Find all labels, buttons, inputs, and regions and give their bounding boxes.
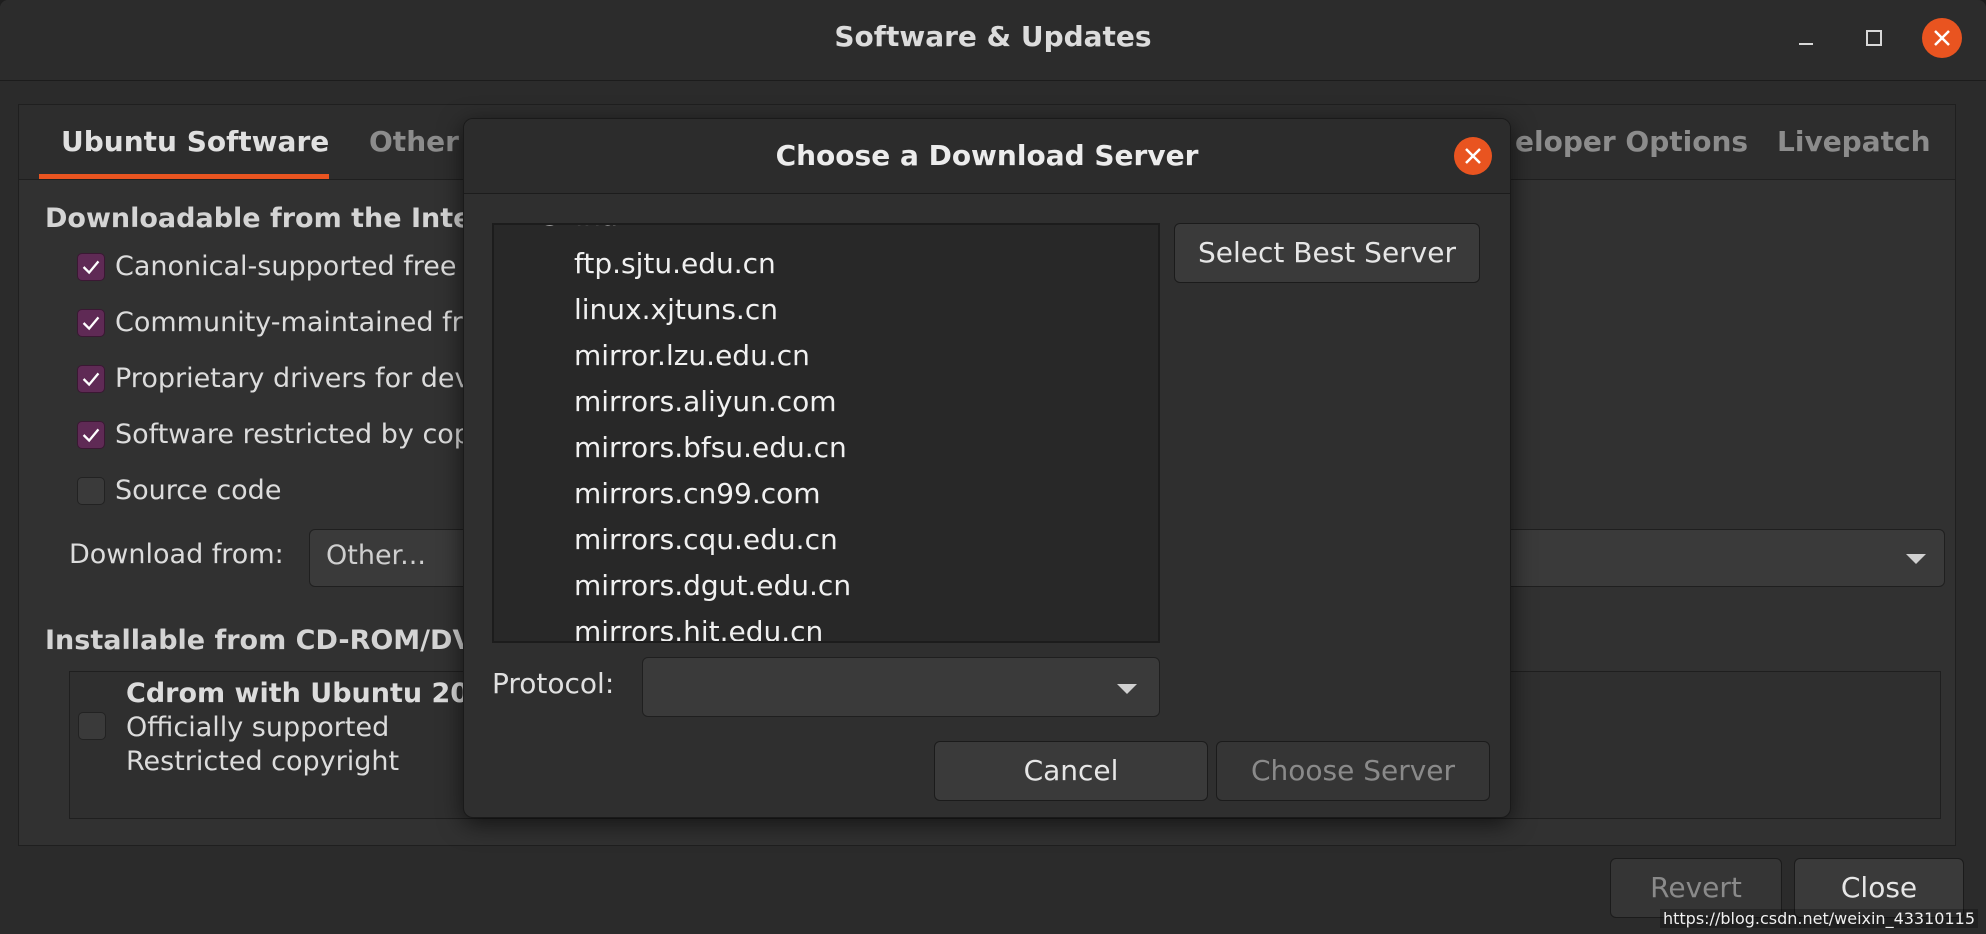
canonical-label: Canonical-supported free: [115, 251, 457, 282]
download-from-value: Other...: [326, 540, 426, 571]
download-from-label: Download from:: [69, 539, 284, 570]
select-best-server-button[interactable]: Select Best Server: [1174, 223, 1480, 283]
dialog-titlebar[interactable]: Choose a Download Server: [464, 119, 1510, 194]
check-icon: [82, 428, 100, 443]
watermark-url: https://blog.csdn.net/weixin_43310115: [1659, 909, 1978, 928]
close-icon[interactable]: [1454, 137, 1492, 175]
restricted-label: Software restricted by cop: [115, 419, 471, 450]
proprietary-checkbox[interactable]: [77, 365, 105, 393]
check-icon: [82, 260, 100, 275]
server-list-item[interactable]: mirrors.bfsu.edu.cn: [574, 431, 847, 464]
protocol-label: Protocol:: [492, 667, 615, 700]
chevron-down-icon: [1117, 684, 1137, 694]
canonical-checkbox[interactable]: [77, 253, 105, 281]
server-list-item[interactable]: mirrors.cqu.edu.cn: [574, 523, 838, 556]
active-tab-indicator: [39, 174, 329, 179]
choose-download-server-dialog: Choose a Download Server China ftp.sjtu.…: [463, 118, 1511, 818]
minimize-icon[interactable]: [1786, 18, 1826, 58]
server-list-item[interactable]: mirrors.aliyun.com: [574, 385, 837, 418]
maximize-icon[interactable]: [1854, 18, 1894, 58]
check-icon: [82, 372, 100, 387]
country-row[interactable]: China: [538, 225, 618, 232]
tab-livepatch[interactable]: Livepatch: [1777, 125, 1931, 158]
close-icon[interactable]: [1922, 18, 1962, 58]
dialog-title: Choose a Download Server: [775, 139, 1199, 172]
server-list-item[interactable]: ftp.sjtu.edu.cn: [574, 247, 776, 280]
cdrom-checkbox[interactable]: [78, 712, 106, 740]
protocol-combo[interactable]: [642, 657, 1160, 717]
server-list-item[interactable]: mirrors.cn99.com: [574, 477, 821, 510]
software-updates-window: Software & Updates Ubuntu Software Other…: [0, 0, 1986, 934]
window-titlebar[interactable]: Software & Updates: [0, 0, 1986, 81]
community-label: Community-maintained fr: [115, 307, 463, 338]
tab-ubuntu-software[interactable]: Ubuntu Software: [61, 125, 329, 158]
server-list-item[interactable]: mirror.lzu.edu.cn: [574, 339, 810, 372]
chevron-down-icon: [1906, 554, 1926, 564]
restricted-checkbox[interactable]: [77, 421, 105, 449]
tab-other-software[interactable]: Other: [369, 125, 459, 158]
server-list-item[interactable]: linux.xjtuns.cn: [574, 293, 778, 326]
downloadable-heading: Downloadable from the Inter: [45, 203, 485, 234]
server-list-item[interactable]: mirrors.dgut.edu.cn: [574, 569, 851, 602]
cdrom-title: Cdrom with Ubuntu 20.0: [126, 678, 499, 709]
installable-heading: Installable from CD-ROM/DVI: [45, 625, 484, 656]
cdrom-line2: Restricted copyright: [126, 746, 400, 777]
check-icon: [82, 316, 100, 331]
server-list-item[interactable]: mirrors.hit.edu.cn: [574, 615, 823, 641]
cancel-button[interactable]: Cancel: [934, 741, 1208, 801]
source-code-checkbox[interactable]: [77, 477, 105, 505]
window-title: Software & Updates: [834, 20, 1152, 53]
proprietary-label: Proprietary drivers for dev: [115, 363, 471, 394]
tab-developer-options[interactable]: eloper Options: [1515, 125, 1748, 158]
cdrom-line1: Officially supported: [126, 712, 390, 743]
source-code-label: Source code: [115, 475, 282, 506]
choose-server-button[interactable]: Choose Server: [1216, 741, 1490, 801]
community-checkbox[interactable]: [77, 309, 105, 337]
server-list[interactable]: China ftp.sjtu.edu.cn linux.xjtuns.cn mi…: [492, 223, 1160, 643]
